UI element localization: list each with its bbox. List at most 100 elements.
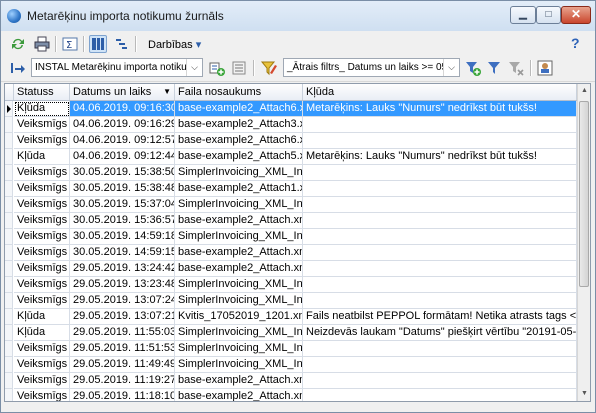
filter-edit-button[interactable] — [260, 59, 278, 77]
datetime-cell[interactable]: 29.05.2019. 11:49:49 — [70, 357, 175, 373]
scroll-down-icon[interactable]: ▼ — [578, 387, 590, 401]
filename-cell[interactable]: base-example2_Attach.xml — [175, 245, 303, 261]
help-button[interactable]: ? — [571, 35, 580, 51]
status-cell[interactable]: Veiksmīgs — [14, 213, 70, 229]
status-cell[interactable]: Veiksmīgs — [14, 293, 70, 309]
status-cell[interactable]: Veiksmīgs — [14, 181, 70, 197]
error-cell[interactable] — [303, 229, 577, 245]
table-row[interactable]: Veiksmīgs 30.05.2019. 15:37:04 SimplerInvo… — [5, 197, 577, 213]
minimize-button[interactable]: ▁ — [510, 6, 536, 24]
table-row[interactable]: Kļūda 04.06.2019. 09:16:30 base-example2_A… — [5, 101, 577, 117]
vertical-scrollbar[interactable]: ▲ ▼ — [577, 84, 590, 401]
table-row[interactable]: Veiksmīgs 29.05.2019. 13:24:42 base-exampl… — [5, 261, 577, 277]
datetime-cell[interactable]: 30.05.2019. 15:36:57 — [70, 213, 175, 229]
status-cell[interactable]: Veiksmīgs — [14, 117, 70, 133]
datetime-cell[interactable]: 29.05.2019. 11:51:53 — [70, 341, 175, 357]
table-row[interactable]: Veiksmīgs 29.05.2019. 11:19:27 base-exampl… — [5, 373, 577, 389]
datetime-cell[interactable]: 04.06.2019. 09:12:44 — [70, 149, 175, 165]
filename-cell[interactable]: SimplerInvoicing_XML_Invoi... — [175, 341, 303, 357]
error-cell[interactable] — [303, 277, 577, 293]
column-header-datetime[interactable]: Datums un laiks ▼ — [70, 84, 175, 100]
datetime-cell[interactable]: 29.05.2019. 11:19:27 — [70, 373, 175, 389]
error-cell[interactable] — [303, 293, 577, 309]
filename-cell[interactable]: SimplerInvoicing_XML_Invoi... — [175, 165, 303, 181]
datetime-cell[interactable]: 30.05.2019. 15:37:04 — [70, 197, 175, 213]
table-row[interactable]: Veiksmīgs 29.05.2019. 13:07:24 SimplerInvo… — [5, 293, 577, 309]
datetime-cell[interactable]: 30.05.2019. 15:38:48 — [70, 181, 175, 197]
status-cell[interactable]: Veiksmīgs — [14, 341, 70, 357]
error-cell[interactable] — [303, 341, 577, 357]
filename-cell[interactable]: base-example2_Attach.xml — [175, 213, 303, 229]
status-cell[interactable]: Veiksmīgs — [14, 133, 70, 149]
datetime-cell[interactable]: 04.06.2019. 09:12:57 — [70, 133, 175, 149]
error-cell[interactable] — [303, 133, 577, 149]
table-row[interactable]: Veiksmīgs 04.06.2019. 09:16:29 base-exampl… — [5, 117, 577, 133]
status-cell[interactable]: Veiksmīgs — [14, 261, 70, 277]
filename-cell[interactable]: base-example2_Attach6.xml — [175, 133, 303, 149]
filename-cell[interactable]: SimplerInvoicing_XML_Invoi... — [175, 325, 303, 341]
template-select[interactable]: INSTAL Metarēķinu importa notikumu ⌵ — [31, 58, 203, 77]
status-cell[interactable]: Veiksmīgs — [14, 229, 70, 245]
filename-cell[interactable]: base-example2_Attach.xml — [175, 373, 303, 389]
print-button[interactable] — [33, 35, 51, 53]
scroll-up-icon[interactable]: ▲ — [578, 84, 590, 98]
quick-filter-select[interactable]: _Ātrais filtrs_ Datums un laiks >= 05 ⌵ — [283, 58, 460, 77]
filename-cell[interactable]: base-example2_Attach5.xml — [175, 149, 303, 165]
filename-cell[interactable]: base-example2_Attach1.xml — [175, 181, 303, 197]
datetime-cell[interactable]: 29.05.2019. 11:18:10 — [70, 389, 175, 401]
status-cell[interactable]: Veiksmīgs — [14, 165, 70, 181]
status-cell[interactable]: Veiksmīgs — [14, 357, 70, 373]
table-row[interactable]: Kļūda 29.05.2019. 13:07:21 Kvitis_17052019… — [5, 309, 577, 325]
error-cell[interactable] — [303, 117, 577, 133]
filter-button[interactable] — [485, 59, 503, 77]
grid-view-button[interactable] — [89, 35, 107, 53]
filename-cell[interactable]: SimplerInvoicing_XML_Invoi... — [175, 277, 303, 293]
datetime-cell[interactable]: 30.05.2019. 15:38:50 — [70, 165, 175, 181]
error-cell[interactable] — [303, 197, 577, 213]
status-cell[interactable]: Kļūda — [14, 101, 70, 117]
filename-cell[interactable]: SimplerInvoicing_XML_Invoi... — [175, 293, 303, 309]
column-header-status[interactable]: Statuss — [14, 84, 70, 100]
error-cell[interactable]: Metarēķins: Lauks "Numurs" nedrīkst būt … — [303, 149, 577, 165]
refresh-button[interactable] — [9, 35, 27, 53]
filename-cell[interactable]: base-example2_Attach.xml — [175, 389, 303, 401]
datetime-cell[interactable]: 04.06.2019. 09:16:29 — [70, 117, 175, 133]
list-settings-button[interactable] — [230, 59, 248, 77]
table-row[interactable]: Veiksmīgs 30.05.2019. 14:59:18 SimplerInvo… — [5, 229, 577, 245]
status-cell[interactable]: Veiksmīgs — [14, 373, 70, 389]
status-cell[interactable]: Veiksmīgs — [14, 197, 70, 213]
table-row[interactable]: Veiksmīgs 29.05.2019. 13:23:48 SimplerInvo… — [5, 277, 577, 293]
error-cell[interactable] — [303, 181, 577, 197]
error-cell[interactable] — [303, 389, 577, 401]
column-header-filename[interactable]: Faila nosaukums — [175, 84, 303, 100]
table-row[interactable]: Veiksmīgs 29.05.2019. 11:18:10 base-exampl… — [5, 389, 577, 401]
template-dropdown-icon[interactable]: ⌵ — [186, 59, 202, 76]
table-row[interactable]: Veiksmīgs 30.05.2019. 14:59:15 base-exampl… — [5, 245, 577, 261]
filename-cell[interactable]: SimplerInvoicing_XML_Invoi... — [175, 357, 303, 373]
datetime-cell[interactable]: 29.05.2019. 13:07:24 — [70, 293, 175, 309]
add-template-button[interactable] — [208, 59, 226, 77]
error-cell[interactable]: Metarēķins: Lauks "Numurs" nedrīkst būt … — [303, 101, 577, 117]
maximize-button[interactable]: □ — [536, 6, 561, 24]
filename-cell[interactable]: base-example2_Attach.xml — [175, 261, 303, 277]
error-cell[interactable] — [303, 373, 577, 389]
filter-dropdown-icon[interactable]: ⌵ — [443, 59, 459, 76]
table-row[interactable]: Veiksmīgs 29.05.2019. 11:49:49 SimplerInvo… — [5, 357, 577, 373]
status-cell[interactable]: Kļūda — [14, 325, 70, 341]
error-cell[interactable] — [303, 213, 577, 229]
error-cell[interactable] — [303, 261, 577, 277]
filename-cell[interactable]: SimplerInvoicing_XML_Invoi... — [175, 229, 303, 245]
status-cell[interactable]: Kļūda — [14, 149, 70, 165]
add-filter-button[interactable] — [464, 59, 482, 77]
table-row[interactable]: Veiksmīgs 30.05.2019. 15:38:48 base-exampl… — [5, 181, 577, 197]
actions-menu[interactable]: Darbības ▾ — [148, 38, 201, 51]
status-cell[interactable]: Veiksmīgs — [14, 389, 70, 401]
close-button[interactable]: ✕ — [561, 6, 591, 24]
datetime-cell[interactable]: 29.05.2019. 13:23:48 — [70, 277, 175, 293]
table-row[interactable]: Kļūda 04.06.2019. 09:12:44 base-example2_A… — [5, 149, 577, 165]
table-row[interactable]: Veiksmīgs 29.05.2019. 11:51:53 SimplerInvo… — [5, 341, 577, 357]
error-cell[interactable] — [303, 357, 577, 373]
datetime-cell[interactable]: 30.05.2019. 14:59:15 — [70, 245, 175, 261]
error-cell[interactable] — [303, 245, 577, 261]
error-cell[interactable]: Fails neatbilst PEPPOL formātam! Netika … — [303, 309, 577, 325]
